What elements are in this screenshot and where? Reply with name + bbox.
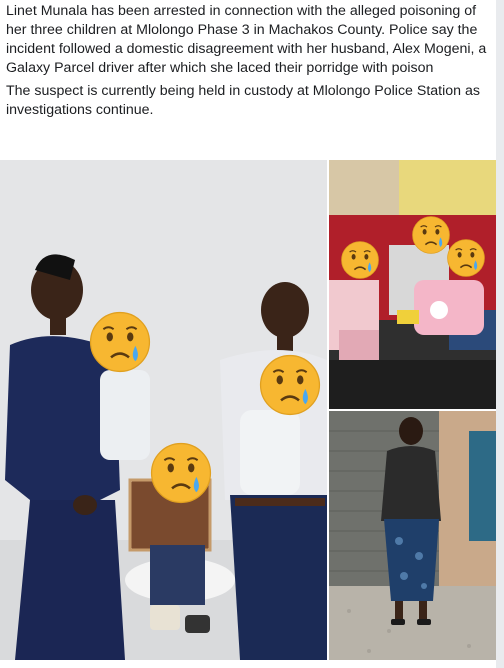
facebook-post: Linet Munala has been arrested in connec… [0, 0, 496, 668]
crying-face-icon [88, 310, 152, 374]
photo-grid [0, 160, 496, 660]
crying-face-icon [446, 238, 486, 278]
post-body-text: Linet Munala has been arrested in connec… [6, 2, 494, 124]
woman-standing-photo[interactable] [329, 411, 496, 660]
crying-face-icon [340, 240, 380, 280]
crying-face-icon [149, 441, 213, 505]
family-portrait-photo[interactable] [0, 160, 327, 660]
post-paragraph-1: Linet Munala has been arrested in connec… [6, 3, 487, 76]
post-paragraph-2: The suspect is currently being held in c… [6, 83, 480, 118]
crying-face-icon [258, 353, 322, 417]
crying-face-icon [411, 215, 451, 255]
children-on-couch-photo[interactable] [329, 160, 496, 409]
